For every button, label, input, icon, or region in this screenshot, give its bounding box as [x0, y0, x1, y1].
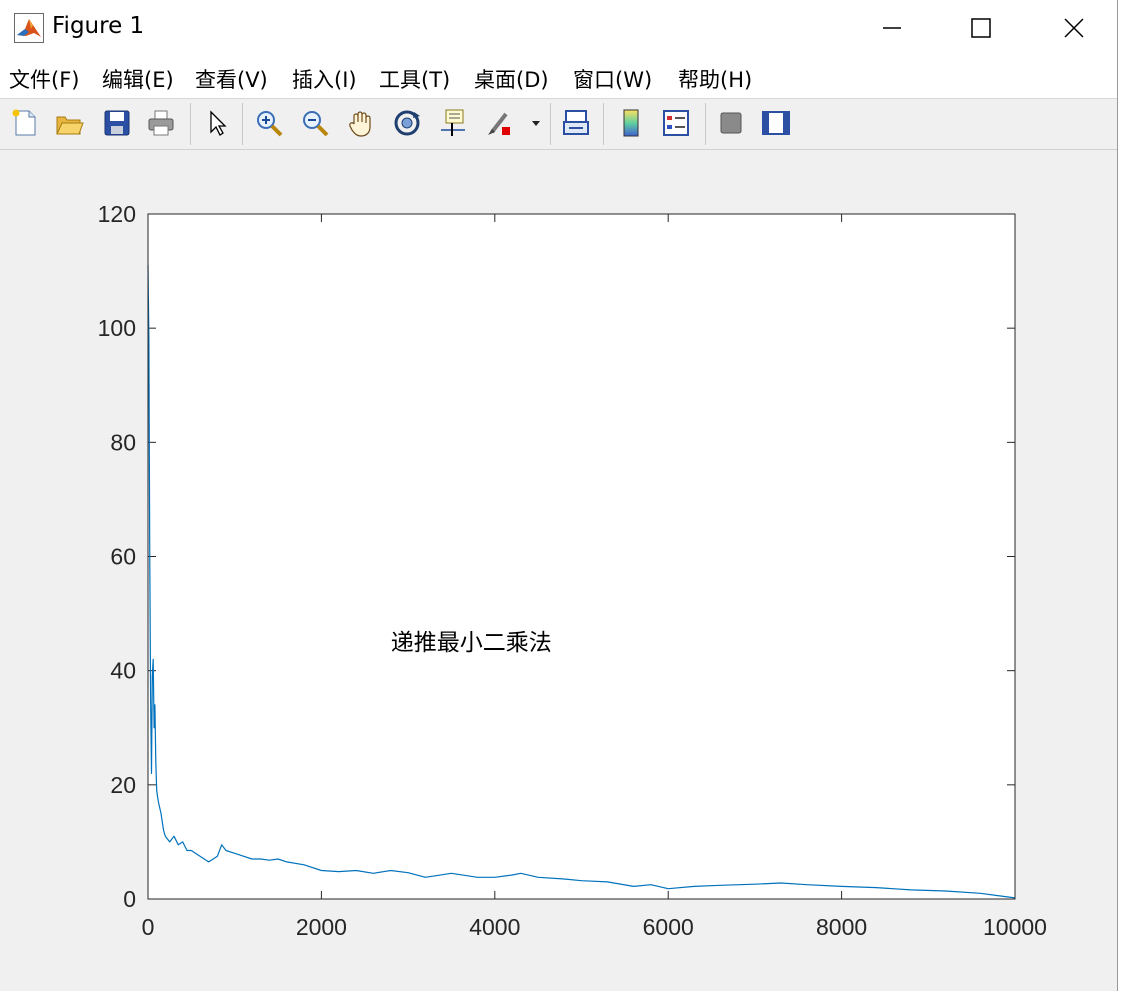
annotation-text: 递推最小二乘法	[391, 630, 552, 656]
toolbar-separator	[603, 103, 604, 145]
brush-dropdown-icon[interactable]	[527, 106, 545, 140]
window-right-edge	[1117, 0, 1125, 991]
menu-insert[interactable]: 插入(I)	[292, 64, 357, 94]
open-file-icon[interactable]	[52, 106, 86, 140]
axes-background	[148, 214, 1015, 899]
data-cursor-icon[interactable]	[436, 106, 470, 140]
new-figure-icon[interactable]	[8, 106, 42, 140]
menu-desktop[interactable]: 桌面(D)	[474, 64, 549, 94]
select-arrow-icon[interactable]	[200, 106, 234, 140]
window-title-bar: Figure 1	[0, 0, 1125, 56]
x-tick-label: 2000	[296, 914, 347, 940]
y-tick-label: 60	[110, 544, 136, 570]
close-button[interactable]	[1028, 0, 1120, 56]
y-tick-label: 0	[123, 886, 136, 912]
menu-help[interactable]: 帮助(H)	[678, 64, 752, 94]
y-tick-label: 40	[110, 658, 136, 684]
close-icon	[1064, 18, 1084, 38]
zoom-in-icon[interactable]	[252, 106, 286, 140]
show-plot-tools-icon[interactable]	[759, 106, 793, 140]
toolbar-separator	[705, 103, 706, 145]
x-tick-label: 6000	[643, 914, 694, 940]
minimize-button[interactable]	[846, 0, 938, 56]
zoom-out-icon[interactable]	[298, 106, 332, 140]
toolbar-separator	[190, 103, 191, 145]
menu-tools[interactable]: 工具(T)	[379, 64, 450, 94]
colorbar-icon[interactable]	[614, 106, 648, 140]
save-icon[interactable]	[100, 106, 134, 140]
toolbar-separator	[550, 103, 551, 145]
menu-window[interactable]: 窗口(W)	[573, 64, 652, 94]
maximize-icon	[971, 18, 991, 38]
window-title: Figure 1	[52, 13, 145, 39]
hide-plot-tools-icon[interactable]	[714, 106, 748, 140]
link-plot-icon[interactable]	[559, 106, 593, 140]
maximize-button[interactable]	[935, 0, 1027, 56]
minimize-icon	[883, 27, 901, 29]
figure-canvas: 0 2000 4000 6000 8000 10000 0 20 40 60 80 100 120 递推最…	[0, 150, 1117, 991]
x-tick-label: 0	[142, 914, 155, 940]
legend-icon[interactable]	[659, 106, 693, 140]
x-tick-label: 8000	[816, 914, 867, 940]
x-tick-label: 10000	[983, 914, 1047, 940]
y-tick-label: 80	[110, 429, 136, 455]
matlab-logo-icon	[14, 13, 44, 47]
pan-hand-icon[interactable]	[344, 106, 378, 140]
print-icon[interactable]	[144, 106, 178, 140]
y-tick-label: 120	[98, 201, 136, 227]
y-tick-label: 100	[98, 315, 136, 341]
brush-icon[interactable]	[482, 106, 516, 140]
x-tick-label: 4000	[469, 914, 520, 940]
menu-bar: 文件(F) 编辑(E) 查看(V) 插入(I) 工具(T) 桌面(D) 窗口(W…	[0, 56, 1125, 138]
toolbar-separator	[242, 103, 243, 145]
menu-view[interactable]: 查看(V)	[195, 64, 268, 94]
y-tick-label: 20	[110, 772, 136, 798]
figure-toolbar	[0, 99, 1117, 150]
rotate-3d-icon[interactable]	[390, 106, 424, 140]
line-plot[interactable]: 0 2000 4000 6000 8000 10000 0 20 40 60 80 100 120 递推最…	[0, 150, 1117, 991]
menu-edit[interactable]: 编辑(E)	[102, 64, 174, 94]
menu-file[interactable]: 文件(F)	[9, 64, 79, 94]
